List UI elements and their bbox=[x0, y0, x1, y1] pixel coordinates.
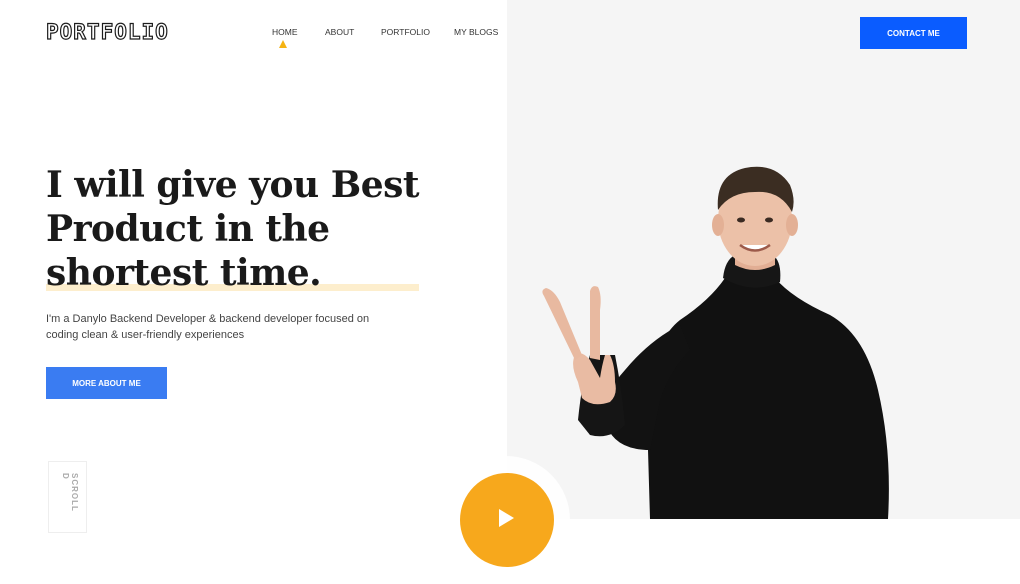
hero-title-line-2: Product in the bbox=[46, 208, 330, 250]
scroll-down-label: SCROLL D bbox=[61, 473, 79, 512]
nav-active-indicator-icon bbox=[279, 40, 287, 48]
hero-title: I will give you Best Product in the shor… bbox=[46, 163, 420, 295]
profile-photo bbox=[542, 166, 889, 519]
nav-about[interactable]: ABOUT bbox=[325, 27, 354, 37]
hero-title-line-1: I will give you Best bbox=[46, 164, 420, 206]
hero-description: I'm a Danylo Backend Developer & backend… bbox=[46, 313, 370, 341]
play-icon bbox=[499, 509, 514, 527]
nav-home[interactable]: HOME bbox=[272, 27, 298, 37]
more-about-me-button[interactable]: MORE ABOUT ME bbox=[46, 367, 167, 399]
hero-title-line-3: shortest time. bbox=[46, 252, 322, 294]
contact-me-button[interactable]: CONTACT ME bbox=[860, 17, 967, 49]
site-logo[interactable]: PORTFOLIO bbox=[45, 19, 169, 44]
nav-portfolio[interactable]: PORTFOLIO bbox=[381, 27, 430, 37]
nav-my-blogs[interactable]: MY BLOGS bbox=[454, 27, 498, 37]
